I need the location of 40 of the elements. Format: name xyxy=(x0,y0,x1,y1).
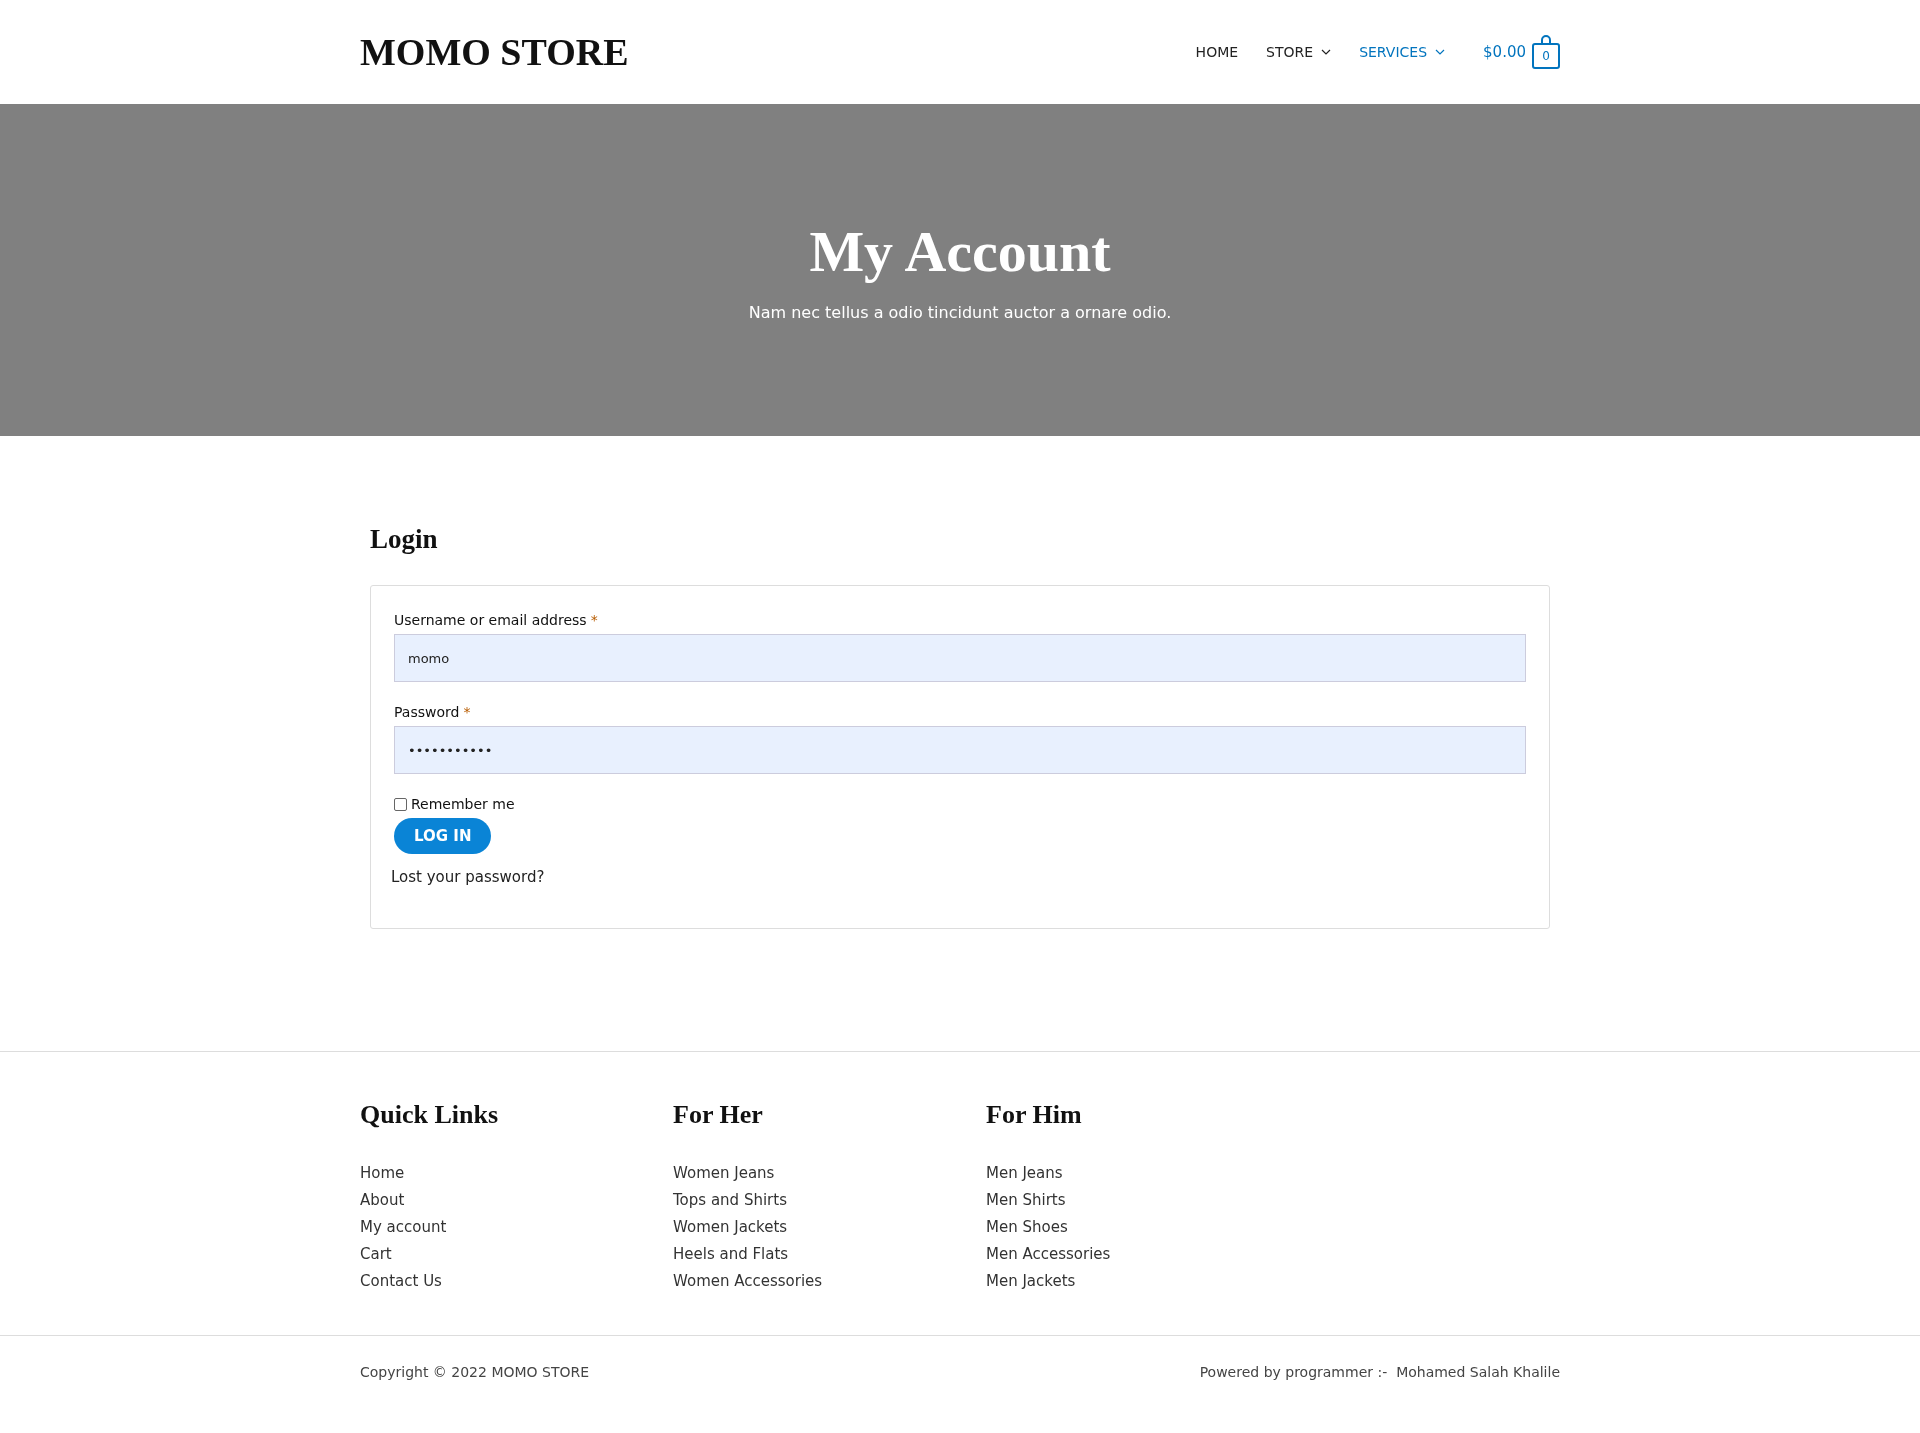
cart-count: 0 xyxy=(1532,35,1560,69)
footer-link[interactable]: Men Jeans xyxy=(986,1160,1299,1187)
footer-heading: For Him xyxy=(986,1100,1083,1130)
nav-link[interactable]: HOME xyxy=(1195,44,1239,60)
footer-heading: Quick Links xyxy=(360,1100,499,1130)
cart-total-button[interactable]: $0.00 0 xyxy=(1483,35,1560,69)
field-label: Password * xyxy=(394,704,472,720)
footer-link[interactable]: Tops and Shirts xyxy=(673,1187,986,1214)
page-subtitle: Nam nec tellus a odio tincidunt auctor a ornare odio. xyxy=(748,303,1172,322)
footer-link[interactable]: Heels and Flats xyxy=(673,1241,986,1268)
footer-link[interactable]: My account xyxy=(360,1214,673,1241)
nav-link[interactable]: SERVICES xyxy=(1359,44,1446,60)
footer-link[interactable]: Men Jackets xyxy=(986,1268,1299,1295)
copyright-text: Copyright © 2022 MOMO STORE xyxy=(360,1364,590,1380)
footer-link[interactable]: Women Jeans xyxy=(673,1160,986,1187)
footer-heading: For Her xyxy=(673,1100,764,1130)
chevron-down-icon xyxy=(1435,49,1446,55)
footer-link[interactable]: Men Shoes xyxy=(986,1214,1299,1241)
footer-link[interactable]: Men Shirts xyxy=(986,1187,1299,1214)
footer-link[interactable]: Men Accessories xyxy=(986,1241,1299,1268)
footer-link[interactable]: Home xyxy=(360,1160,673,1187)
credit-text: Powered by programmer :- Mohamed Salah Khalile xyxy=(1199,1364,1560,1380)
input-field[interactable]: ••••••••••• xyxy=(394,726,1526,774)
footer-link[interactable]: Women Jackets xyxy=(673,1214,986,1241)
chevron-down-icon xyxy=(1321,49,1332,55)
lost-password-link[interactable]: Lost your password? xyxy=(391,868,1526,886)
field-label: Username or email address * xyxy=(394,612,599,628)
footer-link[interactable]: About xyxy=(360,1187,673,1214)
footer-link[interactable]: Contact Us xyxy=(360,1268,673,1295)
footer-link[interactable]: Cart xyxy=(360,1241,673,1268)
footer-link[interactable]: Women Accessories xyxy=(673,1268,986,1295)
page-title: My Account xyxy=(809,218,1111,285)
login-heading: Login xyxy=(370,524,439,555)
bag-handle-icon xyxy=(1540,35,1552,44)
checkbox-label: Remember me xyxy=(411,796,515,812)
checkbox[interactable] xyxy=(394,797,407,811)
nav-link[interactable]: STORE xyxy=(1266,44,1332,60)
login-button[interactable]: LOG IN xyxy=(394,818,492,854)
store-logo[interactable]: MOMO STORE xyxy=(360,30,629,74)
input-field[interactable]: momo xyxy=(394,634,1526,682)
